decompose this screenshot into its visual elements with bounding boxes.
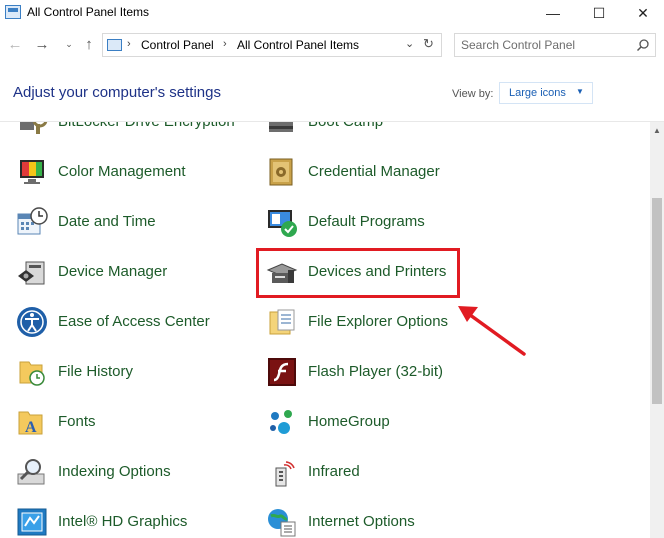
indexing-icon	[17, 459, 45, 485]
item-label[interactable]: HomeGroup	[308, 413, 390, 430]
dropdown-arrow-icon[interactable]: ▼	[576, 87, 584, 96]
item-label[interactable]: Flash Player (32-bit)	[308, 363, 443, 380]
item-label[interactable]: Credential Manager	[308, 163, 440, 180]
scroll-thumb[interactable]	[652, 198, 662, 404]
up-arrow-icon[interactable]: ↑	[80, 35, 98, 53]
file-history-icon	[19, 361, 45, 386]
search-icon[interactable]	[636, 38, 650, 52]
internet-options-icon	[268, 509, 296, 537]
item-label[interactable]: BitLocker Drive Encryption	[58, 122, 235, 130]
scroll-up-arrow-icon[interactable]: ▲	[650, 122, 664, 139]
default-programs-icon	[268, 210, 297, 237]
minimize-button[interactable]: —	[530, 0, 576, 26]
ease-of-access-icon	[17, 307, 47, 337]
item-label[interactable]: Intel® HD Graphics	[58, 513, 187, 530]
breadcrumb-control-panel[interactable]: Control Panel	[141, 38, 214, 52]
back-arrow-icon[interactable]: ←	[6, 35, 24, 53]
homegroup-icon	[270, 410, 292, 434]
title-bar: All Control Panel Items — ☐ ✕	[0, 0, 664, 26]
control-panel-icon	[5, 5, 21, 19]
address-dropdown-chevron-icon[interactable]: ⌄	[405, 37, 414, 50]
maximize-button[interactable]: ☐	[576, 0, 622, 26]
bitlocker-icon	[20, 122, 48, 134]
view-by-dropdown[interactable]: Large icons ▼	[499, 82, 593, 104]
red-arrow-icon	[458, 306, 526, 356]
item-label[interactable]: Color Management	[58, 163, 186, 180]
svg-text:A: A	[25, 419, 37, 436]
intel-graphics-icon	[17, 508, 47, 536]
view-by-label: View by:	[452, 88, 494, 100]
breadcrumb-separator-icon[interactable]: ›	[127, 38, 131, 50]
item-label[interactable]: Indexing Options	[58, 463, 171, 480]
credential-manager-icon	[269, 158, 293, 186]
calendar-clock-icon	[17, 207, 48, 235]
breadcrumb-all-items[interactable]: All Control Panel Items	[237, 38, 359, 52]
control-panel-location-icon	[107, 39, 122, 51]
vertical-scrollbar[interactable]: ▲	[650, 122, 664, 538]
address-bar[interactable]: › Control Panel › All Control Panel Item…	[102, 33, 442, 57]
item-label[interactable]: Ease of Access Center	[58, 313, 210, 330]
search-box[interactable]	[454, 33, 656, 57]
item-label[interactable]: Default Programs	[308, 213, 425, 230]
fonts-icon: A	[18, 411, 43, 436]
view-by-value[interactable]: Large icons	[509, 87, 566, 99]
infrared-icon	[275, 461, 295, 487]
recent-locations-chevron-icon[interactable]: ⌄	[60, 35, 78, 53]
item-label[interactable]: Device Manager	[58, 263, 167, 280]
printer-icon	[266, 263, 298, 283]
flash-player-icon	[268, 358, 296, 386]
control-panel-items: BitLocker Drive Encryption Color Managem…	[0, 122, 650, 538]
color-management-icon	[20, 160, 44, 184]
item-label[interactable]: Devices and Printers	[308, 263, 446, 280]
device-manager-icon	[18, 261, 45, 285]
breadcrumb-separator-icon[interactable]: ›	[223, 38, 227, 50]
navigation-bar: ← → ⌄ ↑ › Control Panel › All Control Pa…	[0, 30, 664, 60]
page-title: Adjust your computer's settings	[13, 84, 221, 101]
boot-camp-icon	[269, 122, 293, 132]
item-label[interactable]: Infrared	[308, 463, 360, 480]
forward-arrow-icon[interactable]: →	[33, 35, 51, 53]
window-title: All Control Panel Items	[27, 5, 150, 19]
search-input[interactable]	[461, 37, 631, 53]
item-label[interactable]: Boot Camp	[308, 122, 383, 130]
item-label[interactable]: File History	[58, 363, 133, 380]
item-label[interactable]: File Explorer Options	[308, 313, 448, 330]
refresh-icon[interactable]: ↻	[423, 36, 434, 52]
item-label[interactable]: Date and Time	[58, 213, 156, 230]
file-explorer-options-icon	[269, 309, 295, 335]
close-button[interactable]: ✕	[620, 0, 664, 26]
item-label[interactable]: Fonts	[58, 413, 96, 430]
item-label[interactable]: Internet Options	[308, 513, 415, 530]
